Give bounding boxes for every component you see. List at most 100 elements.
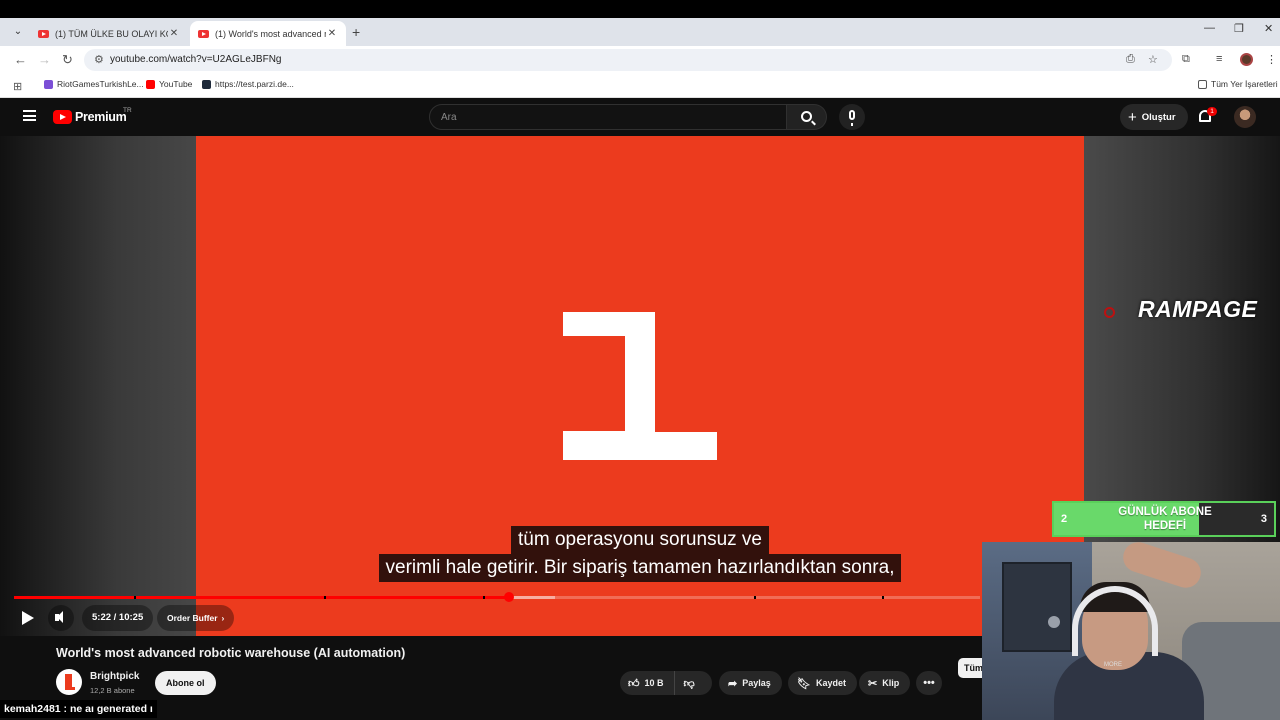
- address-bar[interactable]: ⚙ youtube.com/watch?v=U2AGLeJBFNg ⎙ ☆: [84, 49, 1172, 71]
- brightpick-logo-base: [563, 432, 717, 460]
- save-label: Kaydet: [815, 678, 846, 688]
- forward-icon[interactable]: →: [38, 52, 51, 67]
- url-text[interactable]: youtube.com/watch?v=U2AGLeJBFNg: [110, 54, 281, 65]
- clip-label: Klip: [882, 678, 900, 688]
- install-icon[interactable]: ⎙: [1126, 53, 1135, 66]
- profile-avatar[interactable]: [1240, 53, 1253, 66]
- channel-name[interactable]: Brightpick: [90, 671, 139, 682]
- caption-line: tüm operasyonu sorunsuz ve: [511, 526, 769, 554]
- bookmark-item[interactable]: https://test.parzi.de...: [202, 79, 294, 89]
- screen: ⌄ (1) TÜM ÜLKE BU OLAYI KONUŞ ✕ (1) Worl…: [0, 0, 1280, 720]
- channel-avatar[interactable]: [56, 669, 82, 695]
- window-top-bar: [0, 0, 1280, 18]
- youtube-wordmark[interactable]: Premium: [75, 110, 127, 124]
- create-button[interactable]: + Oluştur: [1120, 104, 1188, 130]
- tab-search-icon[interactable]: ⌄: [10, 24, 26, 40]
- goal-current: 2: [1061, 513, 1068, 525]
- youtube-favicon-icon: [198, 29, 209, 38]
- like-count: 10 B: [644, 678, 664, 688]
- channel-subscriber-count: 12,2 B abone: [90, 686, 135, 695]
- bookmarks-bar: ⊞ RiotGamesTurkishLe... YouTube https://…: [0, 74, 1280, 98]
- back-icon[interactable]: ←: [14, 52, 27, 67]
- youtube-favicon-icon: [38, 29, 49, 38]
- minimize-button[interactable]: —: [1204, 22, 1215, 34]
- webcam-shelf: [1002, 562, 1072, 652]
- like-button[interactable]: 👍︎ 10 B: [620, 671, 675, 695]
- bookmark-item[interactable]: RiotGamesTurkishLe...: [44, 79, 144, 89]
- dislike-button[interactable]: 👎︎: [675, 677, 700, 690]
- search-button[interactable]: [787, 104, 827, 130]
- chapter-marker: [483, 596, 485, 599]
- all-bookmarks-label: Tüm Yer İşaretleri: [1211, 79, 1278, 89]
- save-button[interactable]: 🔖︎ Kaydet: [788, 671, 857, 695]
- search-placeholder: Ara: [441, 112, 457, 123]
- youtube-icon: [146, 79, 155, 89]
- webcam-shirt-text: MORE: [1104, 662, 1122, 668]
- video-progress-bar[interactable]: [14, 592, 980, 602]
- bookmark-star-icon[interactable]: ☆: [1148, 53, 1158, 66]
- create-label: Oluştur: [1141, 111, 1176, 123]
- goal-target: 3: [1260, 513, 1267, 525]
- progress-scrubber[interactable]: [504, 592, 515, 602]
- browser-toolbar: ← → ↻ ⚙ youtube.com/watch?v=U2AGLeJBFNg …: [0, 46, 1280, 74]
- search-icon: [801, 111, 812, 122]
- rampage-overlay-text: RAMPAGE: [1138, 296, 1258, 322]
- tab-strip: ⌄ (1) TÜM ÜLKE BU OLAYI KONUŞ ✕ (1) Worl…: [0, 18, 1280, 46]
- bookmark-item[interactable]: YouTube: [146, 79, 192, 89]
- more-actions-button[interactable]: •••: [916, 671, 942, 695]
- webcam-overlay: MORE: [982, 542, 1280, 720]
- bookmark-label: https://test.parzi.de...: [215, 79, 294, 89]
- subscriber-goal-widget: 2 GÜNLÜK ABONE HEDEFİ 3: [1052, 501, 1276, 537]
- voice-search-button[interactable]: [839, 104, 865, 130]
- chat-username: kemah2481: [4, 703, 61, 715]
- site-info-icon[interactable]: ⚙: [94, 53, 104, 66]
- search-input[interactable]: Ara: [429, 104, 787, 130]
- close-icon[interactable]: ✕: [168, 28, 180, 39]
- chat-text: : ne aı generated ı: [60, 703, 153, 715]
- youtube-masthead: Premium TR Ara + Oluştur 1: [0, 98, 1280, 136]
- subscribe-button[interactable]: Abone ol: [155, 671, 216, 695]
- chapter-marker: [324, 596, 326, 599]
- account-avatar[interactable]: [1234, 106, 1256, 128]
- all-bookmarks[interactable]: Tüm Yer İşaretleri: [1198, 79, 1278, 89]
- time-display: 5:22 / 10:25: [82, 605, 154, 631]
- hamburger-menu-icon[interactable]: [23, 110, 36, 121]
- thumbs-down-icon: 👎︎: [683, 677, 695, 690]
- chat-message: kemah2481 : ne aı generated ı: [0, 700, 157, 718]
- clip-button[interactable]: ✂ Klip: [859, 671, 911, 695]
- close-icon[interactable]: ✕: [326, 28, 338, 39]
- media-control-icon[interactable]: ≡: [1216, 53, 1222, 65]
- new-tab-button[interactable]: +: [352, 24, 360, 40]
- browser-menu-icon[interactable]: ⋮: [1266, 53, 1277, 66]
- chapter-label: Order Buffer: [167, 613, 218, 623]
- maximize-button[interactable]: ❐: [1234, 22, 1244, 35]
- chapter-button[interactable]: Order Buffer ›: [157, 605, 235, 631]
- play-button[interactable]: [14, 605, 40, 631]
- chapter-marker: [134, 596, 136, 599]
- tab-title: (1) World's most advanced robo: [215, 28, 326, 39]
- brightpick-logo-cut: [563, 336, 625, 431]
- youtube-logo-icon[interactable]: [53, 110, 72, 124]
- like-dislike-group: 👍︎ 10 B 👎︎: [620, 671, 712, 695]
- volume-icon[interactable]: [48, 605, 74, 631]
- extensions-icon[interactable]: ⧉: [1182, 53, 1190, 66]
- channel-logo-mark: [65, 687, 75, 690]
- site-icon: [202, 79, 211, 89]
- chevron-right-icon: ›: [221, 613, 225, 623]
- rampage-logo-icon: [1104, 307, 1115, 318]
- close-window-button[interactable]: ✕: [1264, 22, 1273, 35]
- tab-inactive[interactable]: (1) TÜM ÜLKE BU OLAYI KONUŞ ✕: [30, 21, 188, 46]
- video-title: World's most advanced robotic warehouse …: [56, 646, 406, 660]
- apps-grid-icon[interactable]: ⊞: [13, 80, 22, 93]
- share-button[interactable]: ➦ Paylaş: [719, 671, 782, 695]
- thumbs-up-icon: 👍︎: [628, 677, 640, 690]
- folder-icon: [1198, 79, 1207, 89]
- reload-icon[interactable]: ↻: [62, 52, 73, 68]
- progress-played: [14, 596, 510, 599]
- country-code: TR: [123, 107, 132, 114]
- bookmark-icon: 🔖︎: [797, 677, 811, 690]
- tab-title: (1) TÜM ÜLKE BU OLAYI KONUŞ: [55, 28, 168, 39]
- tab-active[interactable]: (1) World's most advanced robo ✕: [190, 21, 346, 46]
- microphone-icon: [849, 110, 855, 126]
- share-icon: ➦: [728, 677, 738, 690]
